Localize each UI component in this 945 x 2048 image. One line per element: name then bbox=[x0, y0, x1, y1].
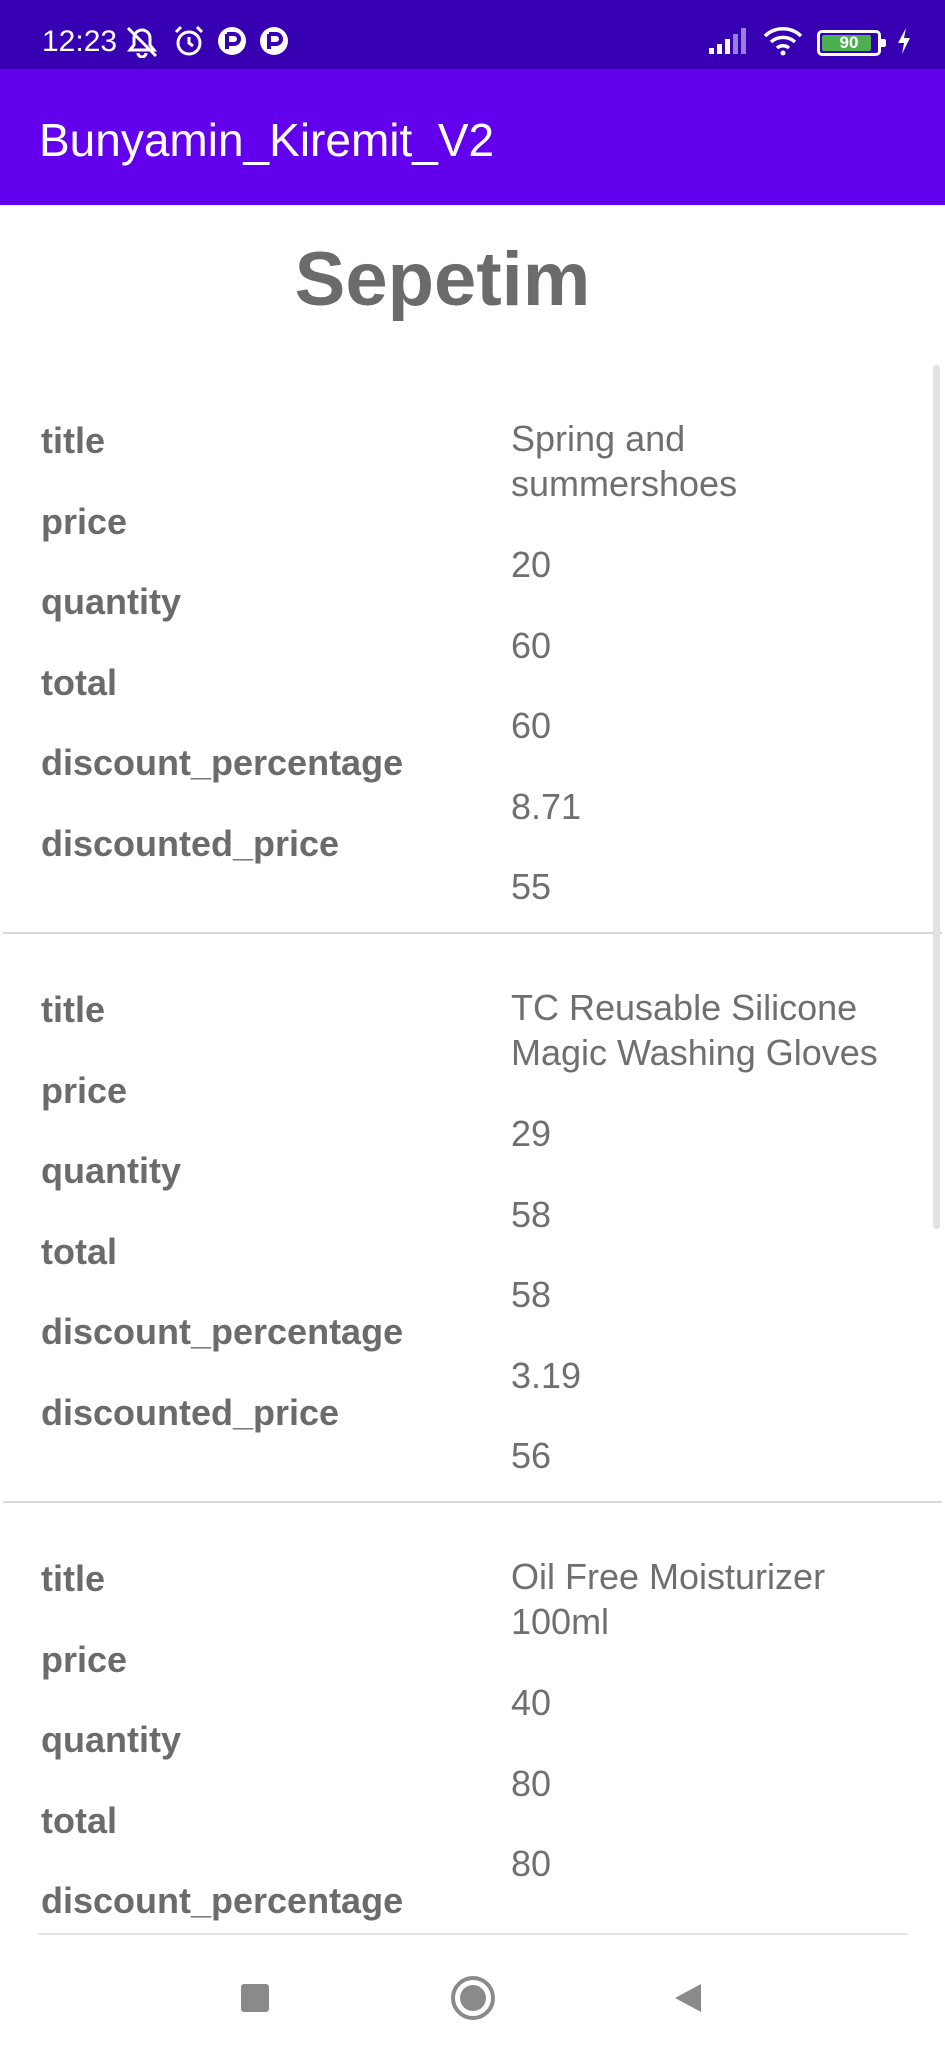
discounted-price-label: discounted_price bbox=[41, 1392, 340, 1433]
quantity-value: 58 bbox=[511, 1194, 552, 1235]
total-value: 80 bbox=[511, 1843, 552, 1884]
signal-icon bbox=[707, 26, 749, 61]
discount-percentage-label: discount_percentage bbox=[41, 1880, 404, 1921]
title-value: TC Reusable Silicone Magic Washing Glove… bbox=[511, 987, 878, 1073]
price-label: price bbox=[41, 1070, 128, 1111]
price-label: price bbox=[41, 501, 128, 542]
total-label: total bbox=[41, 1231, 117, 1272]
cart-item[interactable]: title price quantity total discount_perc… bbox=[3, 365, 942, 934]
discount-percentage-label: discount_percentage bbox=[41, 1311, 404, 1352]
status-left-icons bbox=[122, 24, 290, 63]
price-label: price bbox=[41, 1639, 128, 1680]
quantity-value: 80 bbox=[511, 1763, 552, 1804]
title-label: title bbox=[41, 420, 106, 461]
quantity-label: quantity bbox=[41, 581, 181, 622]
alarm-icon bbox=[172, 24, 206, 63]
app-bar: Bunyamin_Kiremit_V2 bbox=[0, 69, 945, 205]
home-icon[interactable] bbox=[446, 1971, 500, 2025]
recents-icon[interactable] bbox=[228, 1971, 282, 2025]
scrollbar[interactable] bbox=[933, 365, 940, 1229]
battery-tip bbox=[881, 39, 886, 47]
page-title: Sepetim bbox=[294, 237, 591, 322]
price-value: 20 bbox=[511, 544, 552, 585]
app-notification-icon bbox=[258, 25, 290, 62]
back-icon[interactable] bbox=[661, 1971, 715, 2025]
title-label: title bbox=[41, 1558, 106, 1599]
battery-level: 90 bbox=[839, 33, 859, 52]
quantity-value: 60 bbox=[511, 625, 552, 666]
status-bar: 12:23 90 bbox=[0, 0, 945, 69]
discounted-price-label: discounted_price bbox=[41, 823, 340, 864]
app-notification-icon bbox=[216, 25, 248, 62]
title-value: Spring and summershoes bbox=[511, 418, 738, 504]
discount-percentage-value: 8.71 bbox=[511, 786, 582, 827]
title-label: title bbox=[41, 989, 106, 1030]
total-label: total bbox=[41, 1800, 117, 1841]
navigation-bar bbox=[0, 1935, 945, 2048]
discount-percentage-value: 3.19 bbox=[511, 1355, 582, 1396]
price-value: 40 bbox=[511, 1682, 552, 1723]
quantity-label: quantity bbox=[41, 1150, 181, 1191]
charging-icon bbox=[895, 26, 913, 61]
status-right-icons: 90 bbox=[707, 26, 913, 60]
discount-percentage-label: discount_percentage bbox=[41, 742, 404, 783]
title-value: Oil Free Moisturizer 100ml bbox=[511, 1556, 826, 1642]
cart-item[interactable]: title price quantity total discount_perc… bbox=[3, 934, 942, 1503]
wifi-icon bbox=[763, 26, 803, 61]
price-value: 29 bbox=[511, 1113, 552, 1154]
discounted-price-value: 55 bbox=[511, 866, 552, 907]
total-value: 60 bbox=[511, 705, 552, 746]
notifications-muted-icon bbox=[122, 24, 162, 63]
cart-item[interactable]: title price quantity total discount_perc… bbox=[3, 1503, 942, 1933]
cart-list[interactable]: title price quantity total discount_perc… bbox=[0, 365, 945, 1933]
total-label: total bbox=[41, 662, 117, 703]
battery-icon: 90 bbox=[817, 30, 886, 56]
status-time: 12:23 bbox=[42, 25, 118, 58]
app-title: Bunyamin_Kiremit_V2 bbox=[39, 114, 495, 166]
quantity-label: quantity bbox=[41, 1719, 181, 1760]
total-value: 58 bbox=[511, 1274, 552, 1315]
discounted-price-value: 56 bbox=[511, 1435, 552, 1476]
